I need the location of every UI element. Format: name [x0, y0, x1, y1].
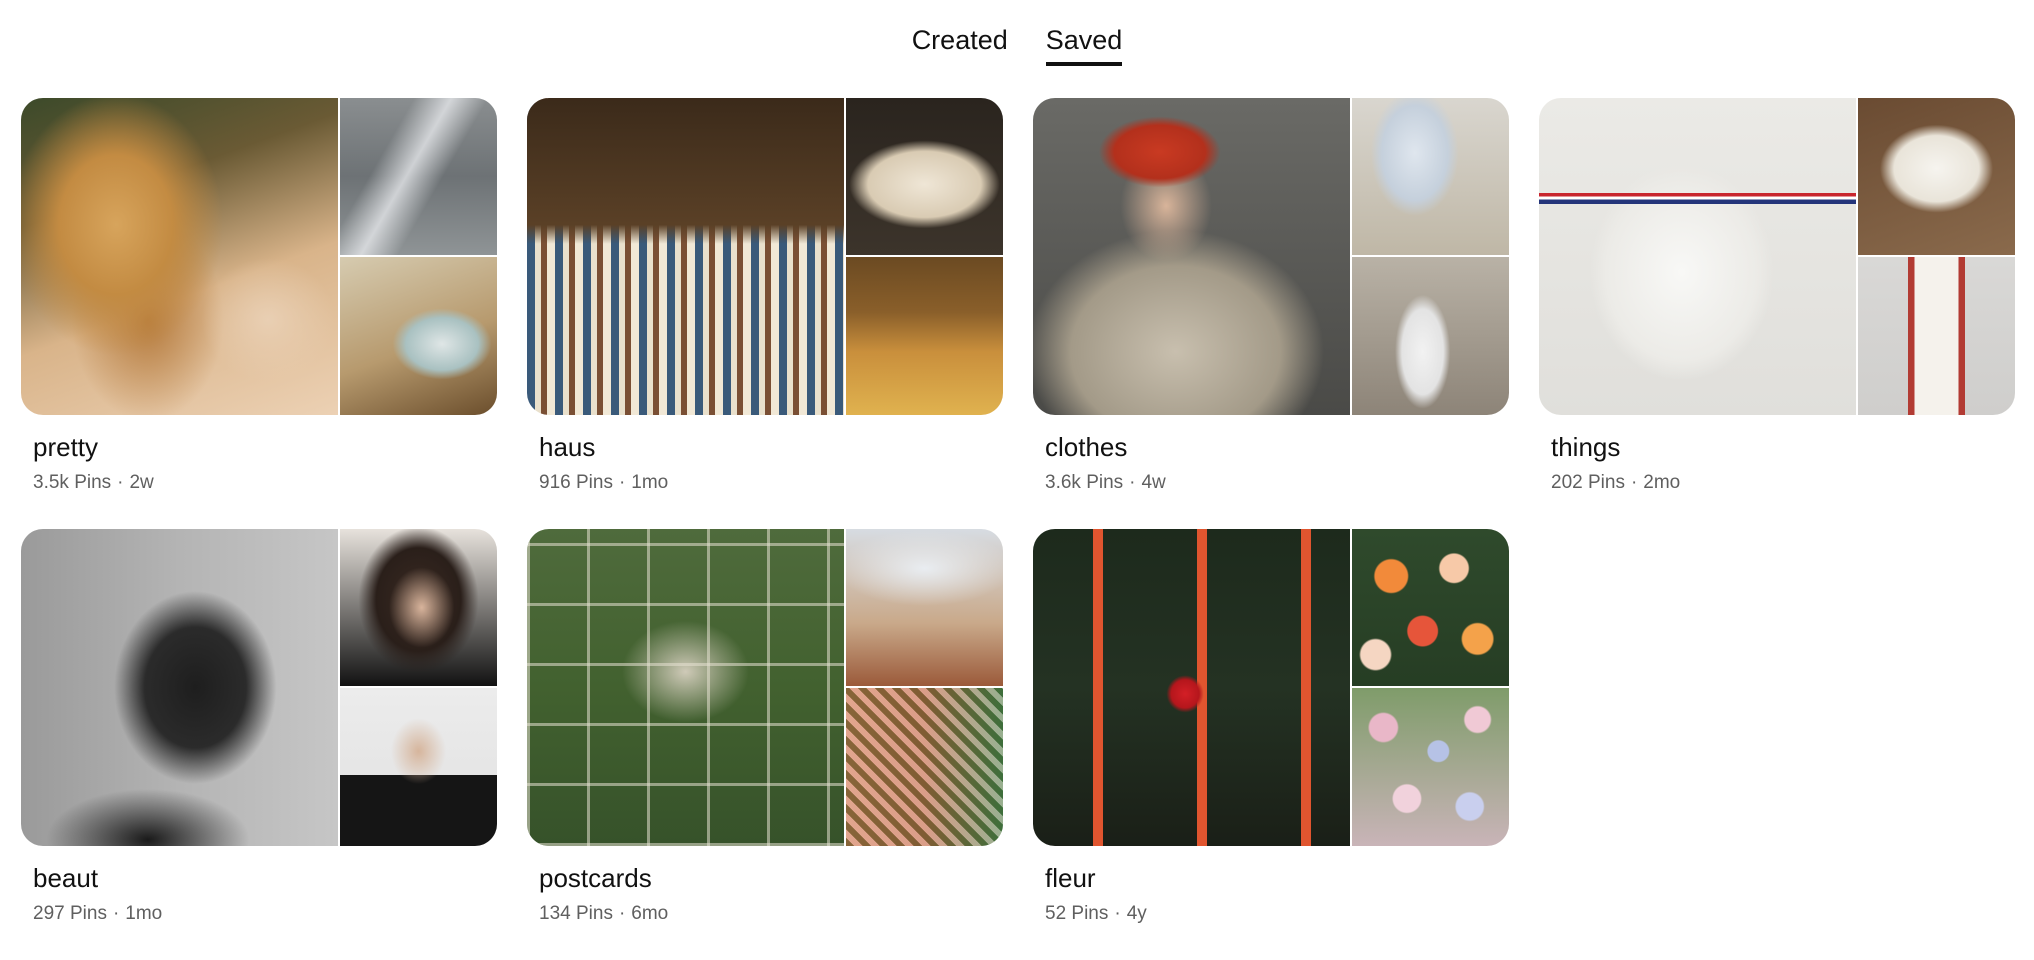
board-cover[interactable]: [1033, 529, 1509, 846]
meta-separator: ·: [117, 472, 124, 493]
board-title[interactable]: pretty: [33, 431, 497, 463]
board-title[interactable]: fleur: [1045, 862, 1509, 894]
board-cover-side-image-top: [846, 98, 1003, 255]
board-meta: 3.5k Pins · 2w: [33, 471, 497, 495]
board-pin-count: 3.6k Pins: [1045, 472, 1124, 493]
board-cover[interactable]: [21, 529, 497, 846]
board-title[interactable]: postcards: [539, 862, 1003, 894]
profile-tabs: Created Saved: [0, 22, 2034, 66]
board-cover-side-image-top: [846, 529, 1003, 686]
board-cover[interactable]: [527, 98, 1003, 415]
tab-saved[interactable]: Saved: [1045, 22, 1123, 66]
board-updated-age: 4y: [1126, 903, 1147, 924]
board-cover-side-image-top: [1858, 98, 2015, 255]
board-meta: 52 Pins · 4y: [1045, 902, 1509, 926]
board-pin-count: 202 Pins: [1551, 472, 1625, 493]
board-cover-side-image-bottom: [1352, 257, 1509, 415]
board-meta: 202 Pins · 2mo: [1551, 471, 2015, 495]
meta-separator: ·: [618, 472, 626, 493]
board-updated-age: 6mo: [631, 903, 669, 924]
board-cover-side-image-bottom: [1858, 257, 2015, 415]
board-card-clothes[interactable]: clothes 3.6k Pins · 4w: [1033, 98, 1509, 529]
board-meta: 297 Pins · 1mo: [33, 902, 497, 926]
board-card-beaut[interactable]: beaut 297 Pins · 1mo: [21, 529, 497, 960]
board-title[interactable]: clothes: [1045, 431, 1509, 463]
board-cover-main-image: [21, 529, 338, 846]
board-cover-main-image: [527, 529, 844, 846]
meta-separator: ·: [1630, 472, 1638, 493]
board-card-pretty[interactable]: pretty 3.5k Pins · 2w: [21, 98, 497, 529]
board-cover[interactable]: [527, 529, 1003, 846]
board-cover-side-image-top: [1352, 98, 1509, 255]
boards-grid: pretty 3.5k Pins · 2w haus 916 Pins · 1mo cl…: [21, 98, 2015, 960]
board-pin-count: 3.5k Pins: [33, 472, 112, 493]
board-cover-side-image-top: [340, 529, 497, 686]
board-card-fleur[interactable]: fleur 52 Pins · 4y: [1033, 529, 1509, 960]
board-title[interactable]: haus: [539, 431, 1003, 463]
board-meta: 916 Pins · 1mo: [539, 471, 1003, 495]
board-card-postcards[interactable]: postcards 134 Pins · 6mo: [527, 529, 1003, 960]
board-cover-side-image-top: [340, 98, 497, 255]
board-title[interactable]: things: [1551, 431, 2015, 463]
board-cover[interactable]: [1033, 98, 1509, 415]
board-updated-age: 2mo: [1643, 472, 1681, 493]
meta-separator: ·: [618, 903, 626, 924]
board-pin-count: 916 Pins: [539, 472, 613, 493]
board-cover-side-image-bottom: [1352, 688, 1509, 846]
meta-separator: ·: [112, 903, 120, 924]
tab-created[interactable]: Created: [912, 22, 1008, 66]
board-updated-age: 2w: [129, 472, 154, 493]
board-cover-side-image-top: [1352, 529, 1509, 686]
board-cover[interactable]: [1539, 98, 2015, 415]
board-cover-main-image: [1033, 98, 1350, 415]
board-cover-side-image-bottom: [340, 257, 497, 415]
board-card-things[interactable]: things 202 Pins · 2mo: [1539, 98, 2015, 529]
board-updated-age: 1mo: [631, 472, 669, 493]
board-cover-main-image: [1033, 529, 1350, 846]
board-pin-count: 52 Pins: [1045, 903, 1109, 924]
board-pin-count: 134 Pins: [539, 903, 613, 924]
board-cover-main-image: [21, 98, 338, 415]
board-cover-main-image: [527, 98, 844, 415]
board-title[interactable]: beaut: [33, 862, 497, 894]
board-cover-main-image: [1539, 98, 1856, 415]
board-updated-age: 1mo: [125, 903, 163, 924]
board-cover-side-image-bottom: [846, 688, 1003, 846]
board-pin-count: 297 Pins: [33, 903, 107, 924]
board-updated-age: 4w: [1141, 472, 1166, 493]
meta-separator: ·: [1129, 472, 1136, 493]
board-cover[interactable]: [21, 98, 497, 415]
board-meta: 134 Pins · 6mo: [539, 902, 1003, 926]
board-cover-side-image-bottom: [340, 688, 497, 846]
board-card-haus[interactable]: haus 916 Pins · 1mo: [527, 98, 1003, 529]
board-cover-side-image-bottom: [846, 257, 1003, 415]
board-meta: 3.6k Pins · 4w: [1045, 471, 1509, 495]
meta-separator: ·: [1114, 903, 1121, 924]
